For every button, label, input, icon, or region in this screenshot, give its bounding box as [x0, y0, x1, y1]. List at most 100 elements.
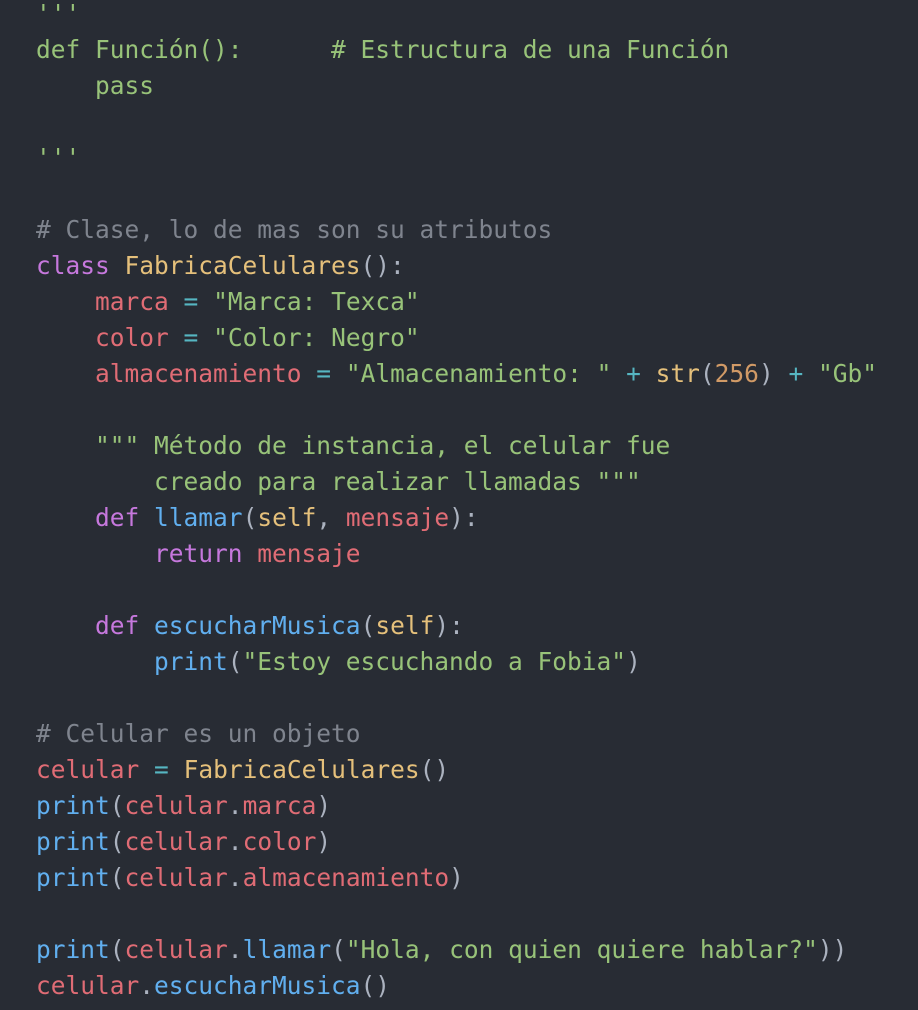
code-line[interactable]: print(celular.marca)	[36, 788, 331, 824]
code-token: "Almacenamiento: "	[345, 359, 612, 388]
code-token: llamar	[154, 503, 243, 532]
code-token: celular	[124, 791, 228, 820]
code-token: color	[242, 827, 317, 856]
code-line[interactable]: marca = "Marca: Texca"	[36, 284, 420, 320]
code-token: mensaje	[345, 503, 450, 532]
code-token: celular	[36, 971, 140, 1000]
code-token: celular	[124, 863, 228, 892]
code-line[interactable]: '''	[36, 0, 80, 32]
code-token: celular	[36, 755, 140, 784]
code-token: ():	[360, 251, 405, 280]
code-line[interactable]: print(celular.almacenamiento)	[36, 860, 464, 896]
code-line[interactable]: """ Método de instancia, el celular fue	[36, 428, 670, 464]
code-token: class	[36, 251, 110, 280]
code-line[interactable]: pass	[36, 68, 154, 104]
code-token: =	[183, 287, 199, 316]
code-token: "Color: Negro"	[213, 323, 420, 352]
code-token: ()	[419, 755, 450, 784]
code-token: "Estoy escuchando a Fobia"	[242, 647, 627, 676]
code-token: +	[626, 359, 641, 388]
code-token: celular	[124, 827, 228, 856]
code-token: (	[699, 359, 715, 388]
code-token: '''	[36, 0, 81, 28]
code-token: marca	[95, 287, 169, 316]
code-line[interactable]: def escucharMusica(self):	[36, 608, 464, 644]
code-token: (	[227, 647, 243, 676]
code-line[interactable]: def Función(): # Estructura de una Funci…	[36, 32, 729, 68]
code-token: def	[95, 611, 140, 640]
code-line[interactable]: # Celular es un objeto	[36, 716, 361, 752]
code-token: escucharMusica	[154, 971, 361, 1000]
code-line[interactable]: '''	[36, 140, 80, 176]
code-line[interactable]: celular.escucharMusica()	[36, 968, 390, 1004]
code-token: ()	[360, 971, 391, 1000]
code-token: marca	[242, 791, 317, 820]
code-token: almacenamiento	[95, 359, 302, 388]
code-token: mensaje	[257, 539, 361, 568]
code-token: )	[316, 791, 332, 820]
code-token: # Celular es un objeto	[36, 719, 361, 748]
code-token: (	[242, 503, 258, 532]
code-line[interactable]: print(celular.llamar("Hola, con quien qu…	[36, 932, 847, 968]
code-token: print	[36, 827, 110, 856]
code-token: "Marca: Texca"	[213, 287, 420, 316]
code-token: (	[109, 863, 125, 892]
code-line[interactable]: def llamar(self, mensaje):	[36, 500, 479, 536]
code-token: print	[36, 791, 110, 820]
code-token: =	[316, 359, 332, 388]
code-line[interactable]: creado para realizar llamadas """	[36, 464, 641, 500]
code-line[interactable]: # Clase, lo de mas son su atributos	[36, 212, 552, 248]
code-token: celular	[124, 935, 228, 964]
code-token: pass	[36, 71, 155, 100]
code-token: +	[788, 359, 804, 388]
code-token: creado para realizar llamadas """	[36, 467, 641, 496]
code-token: .	[227, 863, 243, 892]
code-token: ,	[316, 503, 346, 532]
code-token: color	[95, 323, 169, 352]
code-token: def	[95, 503, 140, 532]
code-token: FabricaCelulares	[183, 755, 420, 784]
code-token: (	[109, 935, 125, 964]
code-token: (	[109, 827, 125, 856]
code-token: print	[36, 863, 110, 892]
code-line[interactable]: celular = FabricaCelulares()	[36, 752, 449, 788]
code-token: )	[449, 863, 464, 892]
code-token: =	[183, 323, 199, 352]
code-token: escucharMusica	[154, 611, 361, 640]
code-line[interactable]: print(celular.color)	[36, 824, 331, 860]
code-token: "Hola, con quien quiere hablar?"	[345, 935, 818, 964]
code-token: llamar	[242, 935, 332, 964]
code-line[interactable]: return mensaje	[36, 536, 361, 572]
code-token: def Función(): # Estructura de una Funci…	[36, 35, 730, 64]
code-token: .	[139, 971, 155, 1000]
code-line[interactable]: almacenamiento = "Almacenamiento: " + st…	[36, 356, 877, 392]
code-editor[interactable]: ''' def Función(): # Estructura de una Fu…	[0, 0, 918, 1010]
code-token: """ Método de instancia, el celular fue	[36, 431, 671, 460]
code-token: '''	[36, 143, 81, 172]
code-token: ):	[449, 503, 479, 532]
code-token: "Gb"	[818, 359, 878, 388]
code-token: FabricaCelulares	[124, 251, 361, 280]
code-token: .	[227, 791, 243, 820]
code-token: ))	[817, 935, 848, 964]
code-line[interactable]: class FabricaCelulares():	[36, 248, 405, 284]
code-line[interactable]: color = "Color: Negro"	[36, 320, 420, 356]
code-line[interactable]: print("Estoy escuchando a Fobia")	[36, 644, 641, 680]
code-token: print	[36, 935, 110, 964]
